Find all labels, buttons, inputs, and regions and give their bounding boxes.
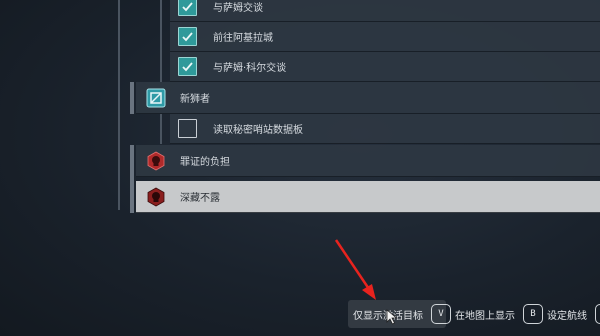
faction-skull-icon <box>145 186 167 208</box>
key-badge: B <box>523 304 543 324</box>
quest-group-bar <box>130 145 134 213</box>
objective-row[interactable]: 与萨姆·科尔交谈 <box>170 52 600 82</box>
checkbox-checked[interactable] <box>178 0 197 16</box>
mouse-cursor-icon <box>386 309 398 325</box>
hint-label: 设定航线 <box>547 310 587 322</box>
key-badge: V <box>431 304 451 324</box>
checkbox-checked[interactable] <box>178 27 197 46</box>
quest-row[interactable]: 罪证的负担 <box>136 145 600 177</box>
objective-label: 前往阿基拉城 <box>213 33 273 44</box>
checkbox-unchecked[interactable] <box>178 119 197 138</box>
tree-guide-inner-2 <box>160 114 162 144</box>
tree-guide-outer <box>118 0 120 210</box>
quest-title: 深藏不露 <box>180 193 220 204</box>
cube-icon <box>145 87 167 109</box>
key-badge: R <box>595 304 600 324</box>
quest-title: 新狮者 <box>180 94 210 105</box>
objective-label: 读取秘密哨站数据板 <box>213 125 303 136</box>
hint-show-on-map[interactable]: 在地图上显示 B <box>455 304 543 324</box>
objective-row[interactable]: 读取秘密哨站数据板 <box>170 114 600 144</box>
tree-guide-inner <box>160 0 162 82</box>
checkmark-icon <box>182 62 193 72</box>
hint-show-active-only[interactable]: 仅显示激活目标 V <box>353 304 451 324</box>
quest-row[interactable]: 新狮者 <box>136 82 600 114</box>
quest-group-bar <box>130 82 134 114</box>
checkbox-checked[interactable] <box>178 57 197 76</box>
checkmark-icon <box>182 32 193 42</box>
objective-row[interactable]: 前往阿基拉城 <box>170 22 600 52</box>
objective-row[interactable]: 与萨姆交谈 <box>170 0 600 22</box>
hint-label: 在地图上显示 <box>455 310 515 322</box>
quest-row-selected[interactable]: 深藏不露 <box>136 181 600 213</box>
faction-skull-icon <box>145 150 167 172</box>
quest-title: 罪证的负担 <box>180 157 230 168</box>
objective-label: 与萨姆·科尔交谈 <box>213 63 287 74</box>
checkmark-icon <box>182 2 193 12</box>
hint-set-route[interactable]: 设定航线 R <box>547 304 600 324</box>
objective-label: 与萨姆交谈 <box>213 3 263 14</box>
